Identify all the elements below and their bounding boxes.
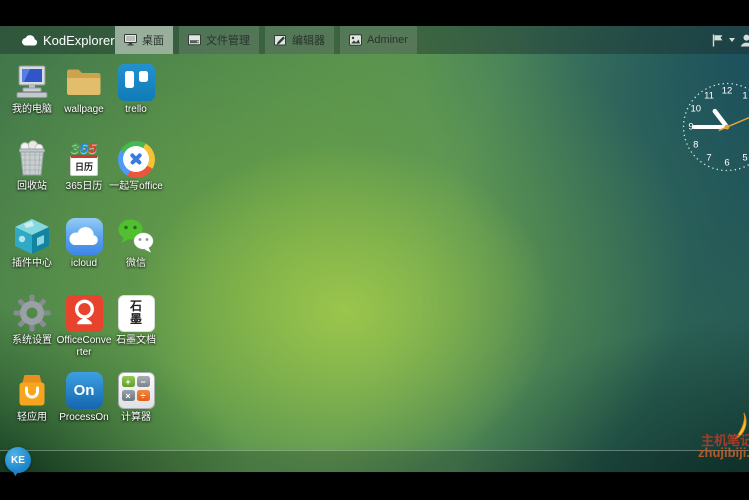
header-right-controls [712, 26, 749, 54]
calc-minus-key: − [137, 376, 150, 387]
desktop-icon-icloud[interactable]: icloud [58, 216, 110, 286]
desktop-icon-label: 计算器 [121, 412, 151, 424]
clock-center-dot [725, 125, 730, 130]
shopping-bag-icon [12, 370, 52, 410]
desktop-icon-label: 365日历 [66, 181, 103, 193]
shimo-docs-icon: 石墨 [116, 293, 156, 333]
icloud-icon [64, 216, 104, 256]
desktop-icon-my-computer[interactable]: 我的电脑 [6, 62, 58, 132]
calc-times-key: × [122, 390, 135, 401]
desktop-icon-yiqixie-office[interactable]: 一起写office [110, 139, 162, 209]
desktop-icon-label: 一起写office [109, 181, 163, 193]
top-menu-bar: KodExplorer 桌面 文件管理 编辑器 [0, 26, 749, 54]
folder-icon [64, 62, 104, 102]
editor-pencil-icon [274, 34, 287, 46]
plugin-center-cube-icon [12, 216, 52, 256]
flag-icon[interactable] [712, 34, 724, 47]
yiqixie-office-icon [116, 139, 156, 179]
desktop-icon-plugin-center[interactable]: 插件中心 [6, 216, 58, 286]
header-tabs: 桌面 文件管理 编辑器 Adminer [115, 26, 417, 54]
office-converter-icon [64, 293, 104, 333]
analog-clock-widget[interactable]: 12 1 2 3 4 5 6 7 8 9 10 11 [679, 79, 749, 175]
processon-text: On [74, 382, 95, 399]
desktop-icon-label: 插件中心 [12, 258, 52, 270]
desktop-icon-grid: 我的电脑 wallpage trello 回收站 365 日历 3 [6, 62, 162, 440]
file-manager-icon [188, 34, 201, 46]
user-icon[interactable] [740, 34, 749, 47]
tab-label: 编辑器 [292, 32, 325, 48]
processon-icon: On [64, 370, 104, 410]
clock-numeral: 12 [722, 86, 733, 97]
desktop-icon-label: 回收站 [17, 181, 47, 193]
desktop-icon-label: 我的电脑 [12, 104, 52, 116]
clock-numeral: 8 [693, 140, 698, 151]
clock-hour-hand [715, 111, 727, 127]
desktop-icon-label: 微信 [126, 258, 146, 270]
desktop-icon-wechat[interactable]: 微信 [110, 216, 162, 286]
clock-numeral: 6 [724, 158, 729, 169]
tab-file-manager[interactable]: 文件管理 [179, 26, 259, 54]
adminer-icon [349, 34, 362, 46]
desktop-icon-shimo-docs[interactable]: 石墨 石墨文档 [110, 293, 162, 363]
start-button-label: KE [11, 455, 25, 466]
desktop-icon-label: icloud [71, 258, 97, 270]
start-menu-button[interactable]: KE [5, 447, 31, 473]
tab-label: Adminer [367, 34, 408, 46]
clock-numeral: 5 [742, 153, 747, 164]
desktop-icon-label: wallpage [64, 104, 103, 116]
clock-numeral: 11 [704, 90, 714, 101]
calendar-word: 日历 [75, 160, 93, 173]
calc-plus-key: + [122, 376, 135, 387]
clock-numeral: 1 [742, 90, 747, 101]
tab-adminer[interactable]: Adminer [340, 26, 417, 54]
tab-editor[interactable]: 编辑器 [265, 26, 334, 54]
desktop-icon-label: 石墨文档 [116, 335, 156, 347]
kodexplorer-screen: KodExplorer 桌面 文件管理 编辑器 [0, 0, 749, 500]
app-logo[interactable]: KodExplorer [21, 33, 115, 48]
desktop-icon-wallpage[interactable]: wallpage [58, 62, 110, 132]
trello-icon [116, 62, 156, 102]
desktop-icon-label: 系统设置 [12, 335, 52, 347]
desktop-icon-label: 轻应用 [17, 412, 47, 424]
my-computer-icon [12, 62, 52, 102]
desktop-monitor-icon [124, 34, 137, 46]
desktop-icon-label: ProcessOn [59, 412, 108, 424]
tab-label: 文件管理 [206, 32, 250, 48]
calc-divide-key: ÷ [137, 390, 150, 401]
clock-numeral: 7 [706, 153, 711, 164]
desktop-icon-365-calendar[interactable]: 365 日历 365日历 [58, 139, 110, 209]
desktop-icon-calculator[interactable]: + − × ÷ 计算器 [110, 370, 162, 440]
desktop-icon-processon[interactable]: On ProcessOn [58, 370, 110, 440]
desktop-icon-label: trello [125, 104, 147, 116]
cloud-icon [21, 34, 38, 46]
desktop-icon-label: OfficeConverter [56, 335, 112, 359]
recycle-bin-icon [12, 139, 52, 179]
desktop-icon-trello[interactable]: trello [110, 62, 162, 132]
calculator-icon: + − × ÷ [116, 370, 156, 410]
desktop-icon-recycle-bin[interactable]: 回收站 [6, 139, 58, 209]
desktop-icon-office-converter[interactable]: OfficeConverter [58, 293, 110, 363]
taskbar[interactable] [0, 450, 749, 473]
watermark-line2: zhujibiji. [698, 445, 749, 460]
tab-desktop[interactable]: 桌面 [115, 26, 173, 54]
app-title: KodExplorer [43, 33, 115, 48]
desktop-icon-light-app[interactable]: 轻应用 [6, 370, 58, 440]
desktop-icon-system-settings[interactable]: 系统设置 [6, 293, 58, 363]
wechat-icon [116, 216, 156, 256]
caret-down-icon[interactable] [729, 38, 735, 42]
gear-icon [12, 293, 52, 333]
tab-label: 桌面 [142, 32, 164, 48]
clock-numeral: 10 [691, 104, 702, 115]
365-calendar-icon: 365 日历 [64, 139, 104, 179]
shimo-char: 墨 [130, 313, 142, 326]
